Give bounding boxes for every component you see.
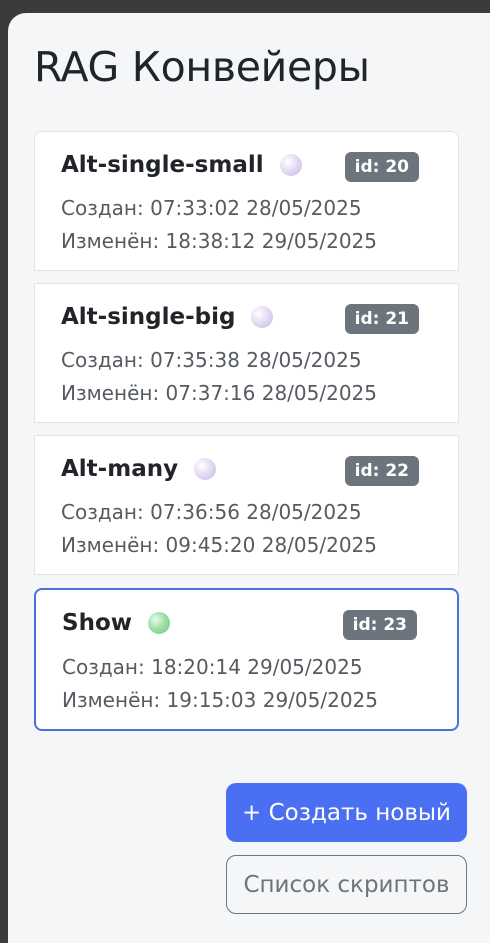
pipeline-name-row: Alt-single-big (61, 304, 274, 330)
create-new-button[interactable]: + Создать новый (226, 783, 467, 842)
pipelines-panel: RAG Конвейеры Alt-single-small id: 20 Со… (8, 13, 490, 943)
status-dot-icon (279, 154, 302, 176)
pipeline-card-selected[interactable]: Show id: 23 Создан: 18:20:14 29/05/2025 … (34, 588, 459, 731)
id-badge: id: 22 (344, 456, 419, 486)
scripts-list-button[interactable]: Список скриптов (226, 855, 467, 914)
page-title: RAG Конвейеры (34, 43, 370, 91)
id-badge: id: 20 (344, 152, 419, 182)
pipeline-card[interactable]: Alt-many id: 22 Создан: 07:36:56 28/05/2… (34, 435, 459, 575)
modified-timestamp: Изменён: 18:38:12 29/05/2025 (61, 229, 377, 253)
pipeline-name: Show (62, 610, 132, 636)
status-dot-icon (194, 458, 217, 480)
pipeline-name: Alt-single-big (61, 304, 236, 330)
id-badge: id: 21 (344, 304, 419, 334)
pipeline-card[interactable]: Alt-single-big id: 21 Создан: 07:35:38 2… (34, 283, 459, 423)
created-timestamp: Создан: 07:33:02 28/05/2025 (61, 196, 362, 220)
pipeline-name-row: Alt-single-small (61, 152, 302, 178)
id-badge: id: 23 (342, 610, 417, 640)
pipeline-card[interactable]: Alt-single-small id: 20 Создан: 07:33:02… (34, 131, 459, 271)
pipeline-name: Alt-single-small (61, 152, 264, 178)
created-timestamp: Создан: 07:35:38 28/05/2025 (61, 348, 362, 372)
pipeline-name-row: Show (62, 610, 170, 636)
pipeline-name: Alt-many (61, 456, 179, 482)
pipeline-name-row: Alt-many (61, 456, 217, 482)
status-dot-icon (148, 612, 170, 634)
modified-timestamp: Изменён: 19:15:03 29/05/2025 (62, 688, 378, 712)
created-timestamp: Создан: 07:36:56 28/05/2025 (61, 500, 362, 524)
status-dot-icon (251, 306, 274, 328)
modified-timestamp: Изменён: 09:45:20 28/05/2025 (61, 533, 377, 557)
created-timestamp: Создан: 18:20:14 29/05/2025 (62, 655, 363, 679)
modified-timestamp: Изменён: 07:37:16 28/05/2025 (61, 381, 377, 405)
